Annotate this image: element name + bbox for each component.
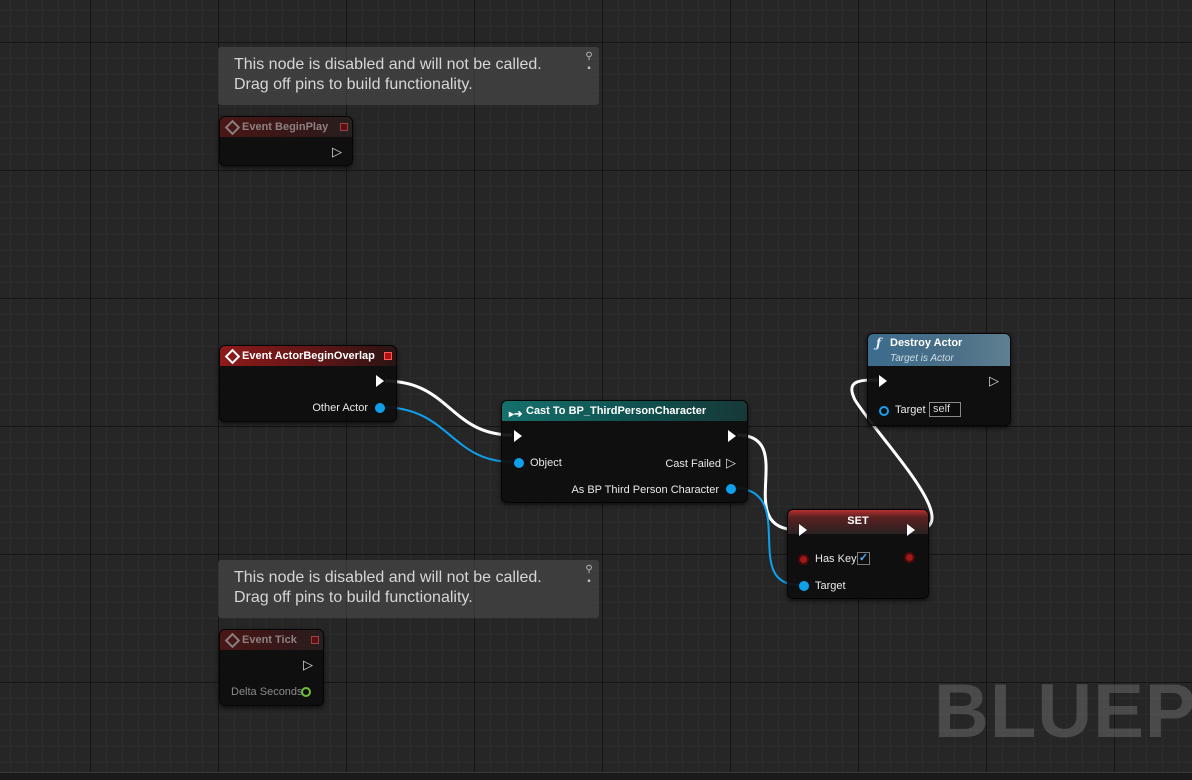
other-actor-pin[interactable] [375, 403, 385, 413]
object-pin[interactable] [514, 458, 524, 468]
node-destroy-actor[interactable]: ƒ Destroy Actor Target is Actor ▷ Target… [867, 333, 1011, 426]
exec-out-pin-icon[interactable] [376, 375, 384, 387]
cast-icon: ▸➔ [509, 409, 523, 420]
pin-cast-failed-label: Cast Failed [665, 458, 721, 470]
exec-out-pin-icon[interactable]: ▷ [989, 374, 999, 387]
comment-pin-icon[interactable]: ⚲ ▪ [582, 564, 596, 588]
pin-object-label: Object [530, 457, 562, 469]
disabled-comment-top[interactable]: This node is disabled and will not be ca… [218, 47, 599, 105]
event-icon [224, 119, 241, 136]
event-icon [224, 348, 241, 365]
comment-line-2: Drag off pins to build functionality. [234, 589, 473, 606]
exec-out-pin-icon[interactable] [728, 430, 736, 442]
target-self-field[interactable]: self [929, 402, 961, 417]
node-header: ƒ Destroy Actor Target is Actor [868, 334, 1010, 366]
exec-wire-overlap-to-cast [384, 379, 513, 437]
exec-in-pin-icon[interactable] [879, 375, 887, 387]
has-key-out-pin[interactable] [904, 552, 915, 563]
exec-out-pin-icon[interactable]: ▷ [332, 145, 342, 158]
stop-icon [311, 636, 319, 644]
comment-line-1: This node is disabled and will not be ca… [234, 56, 542, 73]
comment-line-1: This node is disabled and will not be ca… [234, 569, 542, 586]
exec-in-pin-icon[interactable] [514, 430, 522, 442]
comment-line-2: Drag off pins to build functionality. [234, 76, 473, 93]
node-header: Event Tick [220, 630, 323, 650]
as-character-pin[interactable] [726, 484, 736, 494]
node-subtitle: Target is Actor [890, 353, 954, 364]
node-title: Destroy Actor [890, 337, 963, 349]
has-key-in-pin[interactable] [798, 554, 809, 565]
node-title: Cast To BP_ThirdPersonCharacter [526, 405, 707, 417]
node-title: Event Tick [242, 634, 297, 646]
node-title: Event ActorBeginOverlap [242, 350, 375, 362]
wire-layer [380, 378, 934, 586]
target-pin[interactable] [799, 581, 809, 591]
exec-out-pin-icon[interactable] [907, 524, 915, 536]
pin-has-key-label: Has Key [815, 553, 857, 565]
object-wire-otheractor-to-object [380, 406, 514, 463]
pin-target-label: Target [815, 580, 846, 592]
cast-failed-pin-icon[interactable]: ▷ [726, 456, 736, 469]
node-header: ▸➔ Cast To BP_ThirdPersonCharacter [502, 401, 747, 421]
event-icon [224, 632, 241, 649]
comment-pin-icon[interactable]: ⚲ ▪ [582, 51, 596, 75]
pin-other-actor-label: Other Actor [312, 402, 368, 414]
stop-icon [340, 123, 348, 131]
node-set-has-key[interactable]: SET Has Key ✓ Target [787, 509, 929, 599]
node-title: Event BeginPlay [242, 121, 329, 133]
disabled-comment-bottom[interactable]: This node is disabled and will not be ca… [218, 560, 599, 618]
exec-out-pin-icon[interactable]: ▷ [303, 658, 313, 671]
node-event-actorbeginoverlap[interactable]: Event ActorBeginOverlap Other Actor [219, 345, 397, 422]
pin-as-character-label: As BP Third Person Character [571, 484, 719, 496]
delta-seconds-pin[interactable] [301, 687, 311, 697]
node-cast-to-bp-thirdpersoncharacter[interactable]: ▸➔ Cast To BP_ThirdPersonCharacter Objec… [501, 400, 748, 503]
node-header: Event BeginPlay [220, 117, 352, 137]
stop-icon [384, 352, 392, 360]
has-key-checkbox[interactable]: ✓ [857, 552, 870, 565]
exec-in-pin-icon[interactable] [799, 524, 807, 536]
node-header: Event ActorBeginOverlap [220, 346, 396, 366]
pin-target-label: Target [895, 404, 926, 416]
node-event-tick[interactable]: Event Tick ▷ Delta Seconds [219, 629, 324, 706]
target-pin[interactable] [879, 406, 889, 416]
node-event-beginplay[interactable]: Event BeginPlay ▷ [219, 116, 353, 166]
pin-delta-seconds-label: Delta Seconds [231, 686, 303, 698]
function-icon: ƒ [876, 336, 882, 350]
blueprint-watermark: BLUEPR [934, 669, 1192, 754]
